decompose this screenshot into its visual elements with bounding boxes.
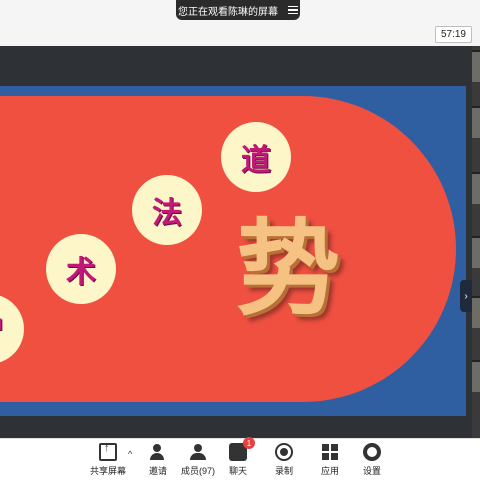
record-icon: [275, 443, 293, 461]
share-screen-icon: [99, 442, 117, 461]
meeting-window: 您正在观看陈琳的屏幕 57:19 智 术 法 道 势 › 共享屏幕 ^: [0, 0, 480, 480]
record-button[interactable]: 录制: [262, 443, 306, 477]
record-label: 录制: [274, 466, 293, 476]
members-label: 成员(97): [180, 466, 215, 476]
slide-big-char: 势: [236, 207, 341, 330]
participant-thumb[interactable]: [472, 106, 480, 138]
meeting-timer: 57:19: [434, 26, 472, 43]
chat-badge: 1: [243, 437, 255, 449]
chat-button[interactable]: 1 聊天: [216, 437, 260, 477]
slide-circle-2: 术: [46, 234, 116, 304]
invite-label: 邀请: [148, 466, 167, 476]
top-strip: [0, 22, 480, 46]
participant-thumb[interactable]: [472, 50, 480, 82]
share-screen-button[interactable]: 共享屏幕: [86, 442, 130, 477]
invite-icon: [149, 443, 167, 461]
apps-button[interactable]: 应用: [308, 443, 352, 477]
share-screen-label: 共享屏幕: [89, 466, 126, 476]
gear-icon: [363, 443, 381, 461]
participant-thumb[interactable]: [472, 360, 480, 392]
participant-thumb[interactable]: [472, 172, 480, 204]
chevron-right-icon: ›: [464, 290, 468, 302]
chat-icon: 1: [229, 437, 255, 461]
slide-content: 智 术 法 道 势: [0, 86, 466, 416]
slide-circle-3: 法: [132, 175, 202, 245]
shared-screen: 智 术 法 道 势 ›: [0, 46, 472, 438]
members-icon: [189, 443, 207, 461]
chevron-up-icon[interactable]: ^: [128, 449, 132, 459]
members-button[interactable]: 成员(97): [176, 443, 220, 477]
apps-label: 应用: [320, 466, 339, 476]
invite-button[interactable]: 邀请: [136, 443, 180, 477]
menu-icon[interactable]: [288, 6, 298, 14]
chat-label: 聊天: [228, 466, 247, 476]
participant-thumb[interactable]: [472, 236, 480, 268]
slide-circle-4: 道: [221, 122, 291, 192]
participant-thumb[interactable]: [472, 296, 480, 328]
settings-label: 设置: [362, 466, 381, 476]
settings-button[interactable]: 设置: [350, 443, 394, 477]
participant-sidebar: [472, 46, 480, 438]
collapse-sidebar-button[interactable]: ›: [460, 280, 472, 312]
viewing-banner[interactable]: 您正在观看陈琳的屏幕: [176, 0, 300, 20]
meeting-toolbar: 共享屏幕 ^ 邀请 成员(97) 1 聊天 录制 应用 设置: [0, 437, 480, 480]
banner-text: 您正在观看陈琳的屏幕: [178, 6, 278, 18]
apps-icon: [321, 443, 339, 461]
